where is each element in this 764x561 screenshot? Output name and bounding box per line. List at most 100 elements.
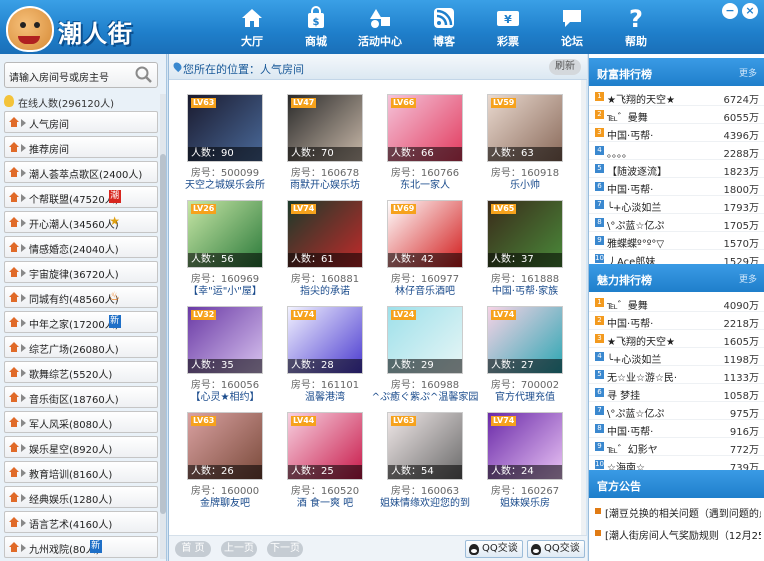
room-category-item[interactable]: 歌舞综艺(5520人) bbox=[4, 361, 158, 383]
room-name-link[interactable]: 姐妹情缘欢迎您的到 bbox=[371, 494, 479, 509]
room-name-link[interactable]: 姐妹娱乐房 bbox=[471, 494, 579, 509]
room-card[interactable]: LV59 人数：63 房号：160918 乐小帅 bbox=[477, 94, 577, 200]
charm-rank-row[interactable]: 5 无☆业☆游☆民· 1133万 bbox=[589, 366, 764, 384]
prev-page-button[interactable]: 上一页 bbox=[221, 541, 257, 557]
rank-user-name[interactable]: ★飞翔的天空★ bbox=[607, 333, 717, 348]
room-category-item[interactable]: 娱乐星空(8920人) bbox=[4, 436, 158, 458]
room-name-link[interactable]: ^ぷ癒ぐ紫ぷ^温馨家园 bbox=[371, 388, 479, 403]
room-category-item[interactable]: 情感婚恋(24040人) bbox=[4, 236, 158, 258]
room-name-link[interactable]: 林仔音乐酒吧 bbox=[371, 282, 479, 297]
room-card[interactable]: LV32 人数：35 房号：160056 【心灵★相约】 bbox=[177, 306, 277, 412]
room-category-item[interactable]: 同城有约(48560人) ♨ bbox=[4, 286, 158, 308]
qq-chat-button[interactable]: QQ交谈 bbox=[465, 540, 523, 558]
rank-user-name[interactable]: \°ぷ蓝☆亿ぷ bbox=[607, 217, 717, 232]
room-thumbnail[interactable]: LV65 人数：37 bbox=[487, 200, 563, 268]
wealth-rank-row[interactable]: 8 \°ぷ蓝☆亿ぷ 1705万 bbox=[589, 214, 764, 232]
room-card[interactable]: LV74 人数：24 房号：160267 姐妹娱乐房 bbox=[477, 412, 577, 518]
search-input[interactable]: 请输入房间号或房主号 bbox=[9, 69, 109, 84]
room-thumbnail[interactable]: LV47 人数：70 bbox=[287, 94, 363, 162]
room-thumbnail[interactable]: LV74 人数：24 bbox=[487, 412, 563, 480]
room-card[interactable]: LV74 人数：27 房号：700002 官方代理充值 bbox=[477, 306, 577, 412]
room-category-item[interactable]: 个帮联盟(47520人) 潮 bbox=[4, 186, 158, 208]
room-thumbnail[interactable]: LV63 人数：26 bbox=[187, 412, 263, 480]
rank-user-name[interactable]: ╰+心淡如兰 bbox=[607, 199, 717, 214]
room-thumbnail[interactable]: LV32 人数：35 bbox=[187, 306, 263, 374]
room-thumbnail[interactable]: LV74 人数：61 bbox=[287, 200, 363, 268]
wealth-rank-row[interactable]: 4。。。。 2288万 bbox=[589, 142, 764, 160]
room-category-item[interactable]: 宇宙旋律(36720人) bbox=[4, 261, 158, 283]
rank-user-name[interactable]: ╰+心淡如兰 bbox=[607, 351, 717, 366]
rank-user-name[interactable]: 中国·丐帮· bbox=[607, 127, 717, 142]
next-page-button[interactable]: 下一页 bbox=[267, 541, 303, 557]
room-thumbnail[interactable]: LV63 人数：90 bbox=[187, 94, 263, 162]
nav-item-1[interactable]: $ 商城 bbox=[284, 0, 348, 54]
nav-item-2[interactable]: 活动中心 bbox=[348, 0, 412, 54]
rank-user-name[interactable]: 无☆业☆游☆民· bbox=[607, 369, 717, 384]
room-search-box[interactable]: 请输入房间号或房主号 bbox=[4, 62, 158, 88]
room-card[interactable]: LV74 人数：61 房号：160881 指尖的承诺 bbox=[277, 200, 377, 306]
nav-item-4[interactable]: ¥ 彩票 bbox=[476, 0, 540, 54]
room-thumbnail[interactable]: LV69 人数：42 bbox=[387, 200, 463, 268]
rank-user-name[interactable]: ℡゛曼舞 bbox=[607, 109, 717, 124]
charm-rank-row[interactable]: 1 ℡゛曼舞 4090万 bbox=[589, 294, 764, 312]
room-name-link[interactable]: 东北一家人 bbox=[371, 176, 479, 191]
charm-rank-row[interactable]: 9 ℡゛幻影ヤ 772万 bbox=[589, 438, 764, 456]
room-name-link[interactable]: 温馨港湾 bbox=[271, 388, 379, 403]
room-category-item[interactable]: 经典娱乐(1280人) bbox=[4, 486, 158, 508]
room-category-item[interactable]: 语言艺术(4160人) bbox=[4, 511, 158, 533]
wealth-rank-row[interactable]: 7 ╰+心淡如兰 1793万 bbox=[589, 196, 764, 214]
nav-item-6[interactable]: ? 帮助 bbox=[604, 0, 668, 54]
charm-rank-row[interactable]: 4 ╰+心淡如兰 1198万 bbox=[589, 348, 764, 366]
rank-user-name[interactable]: ★飞翔的天空★ bbox=[607, 91, 717, 106]
notice-item[interactable]: [潮人街房间人气奖励规则（12月25日 bbox=[589, 522, 764, 544]
room-name-link[interactable]: 酒 食一爽 吧 bbox=[271, 494, 379, 509]
wealth-more-link[interactable]: 更多 bbox=[739, 66, 757, 79]
room-category-item[interactable]: 中年之家(17200人) 新 bbox=[4, 311, 158, 333]
room-card[interactable]: LV74 人数：28 房号：161101 温馨港湾 bbox=[277, 306, 377, 412]
room-name-link[interactable]: 【心灵★相约】 bbox=[171, 388, 279, 403]
grid-scrollbar[interactable] bbox=[581, 80, 586, 535]
notice-link[interactable]: [潮豆兑换的相关问题（遇到问题的点 bbox=[605, 505, 761, 520]
rank-user-name[interactable]: ℡゛曼舞 bbox=[607, 297, 717, 312]
notice-link[interactable]: [潮人街房间人气奖励规则（12月25日 bbox=[605, 527, 761, 542]
charm-rank-row[interactable]: 6寻 梦挂 1058万 bbox=[589, 384, 764, 402]
room-thumbnail[interactable]: LV26 人数：56 bbox=[187, 200, 263, 268]
room-card[interactable]: LV26 人数：56 房号：160969 【幸"运"小"屋】 bbox=[177, 200, 277, 306]
refresh-button[interactable]: 刷新 bbox=[549, 59, 581, 75]
room-name-link[interactable]: 【幸"运"小"屋】 bbox=[171, 282, 279, 297]
room-thumbnail[interactable]: LV24 人数：29 bbox=[387, 306, 463, 374]
rank-user-name[interactable]: 。。。。 bbox=[607, 145, 717, 160]
charm-rank-row[interactable]: 2 中国·丐帮· 2218万 bbox=[589, 312, 764, 330]
wealth-rank-row[interactable]: 5 【随波逐流】 1823万 bbox=[589, 160, 764, 178]
wealth-rank-row[interactable]: 9 雅蝶蝶º°º°▽ 1570万 bbox=[589, 232, 764, 250]
room-card[interactable]: LV44 人数：25 房号：160520 酒 食一爽 吧 bbox=[277, 412, 377, 518]
room-category-item[interactable]: 音乐街区(18760人) bbox=[4, 386, 158, 408]
room-thumbnail[interactable]: LV66 人数：66 bbox=[387, 94, 463, 162]
charm-rank-row[interactable]: 7 \°ぷ蓝☆亿ぷ 975万 bbox=[589, 402, 764, 420]
room-card[interactable]: LV47 人数：70 房号：160678 雨默开心娱乐坊 bbox=[277, 94, 377, 200]
room-category-item[interactable]: 人气房间 bbox=[4, 111, 158, 133]
room-card[interactable]: LV66 人数：66 房号：160766 东北一家人 bbox=[377, 94, 477, 200]
room-name-link[interactable]: 官方代理充值 bbox=[471, 388, 579, 403]
rank-user-name[interactable]: 雅蝶蝶º°º°▽ bbox=[607, 235, 717, 250]
room-thumbnail[interactable]: LV74 人数：27 bbox=[487, 306, 563, 374]
nav-item-5[interactable]: 论坛 bbox=[540, 0, 604, 54]
charm-rank-row[interactable]: 8 中国·丐帮· 916万 bbox=[589, 420, 764, 438]
wealth-rank-row[interactable]: 2 ℡゛曼舞 6055万 bbox=[589, 106, 764, 124]
rank-user-name[interactable]: ℡゛幻影ヤ bbox=[607, 441, 717, 456]
room-card[interactable]: LV69 人数：42 房号：160977 林仔音乐酒吧 bbox=[377, 200, 477, 306]
room-thumbnail[interactable]: LV44 人数：25 bbox=[287, 412, 363, 480]
room-category-item[interactable]: 九州戏院(80人) 新 bbox=[4, 536, 158, 558]
wealth-rank-row[interactable]: 6 中国·丐帮· 1800万 bbox=[589, 178, 764, 196]
room-card[interactable]: LV24 人数：29 房号：160988 ^ぷ癒ぐ紫ぷ^温馨家园 bbox=[372, 306, 478, 412]
wealth-rank-row[interactable]: 3 中国·丐帮· 4396万 bbox=[589, 124, 764, 142]
room-thumbnail[interactable]: LV59 人数：63 bbox=[487, 94, 563, 162]
charm-rank-row[interactable]: 3 ★飞翔的天空★ 1605万 bbox=[589, 330, 764, 348]
sidebar-scrollbar[interactable] bbox=[160, 94, 166, 559]
room-category-item[interactable]: 潮人荟萃点歌区(2400人) bbox=[4, 161, 158, 183]
close-button[interactable]: × bbox=[742, 3, 758, 19]
qq-chat-button-2[interactable]: QQ交谈 bbox=[527, 540, 585, 558]
minimize-button[interactable]: − bbox=[722, 3, 738, 19]
room-card[interactable]: LV63 人数：54 房号：160063 姐妹情缘欢迎您的到 bbox=[377, 412, 477, 518]
room-name-link[interactable]: 乐小帅 bbox=[471, 176, 579, 191]
